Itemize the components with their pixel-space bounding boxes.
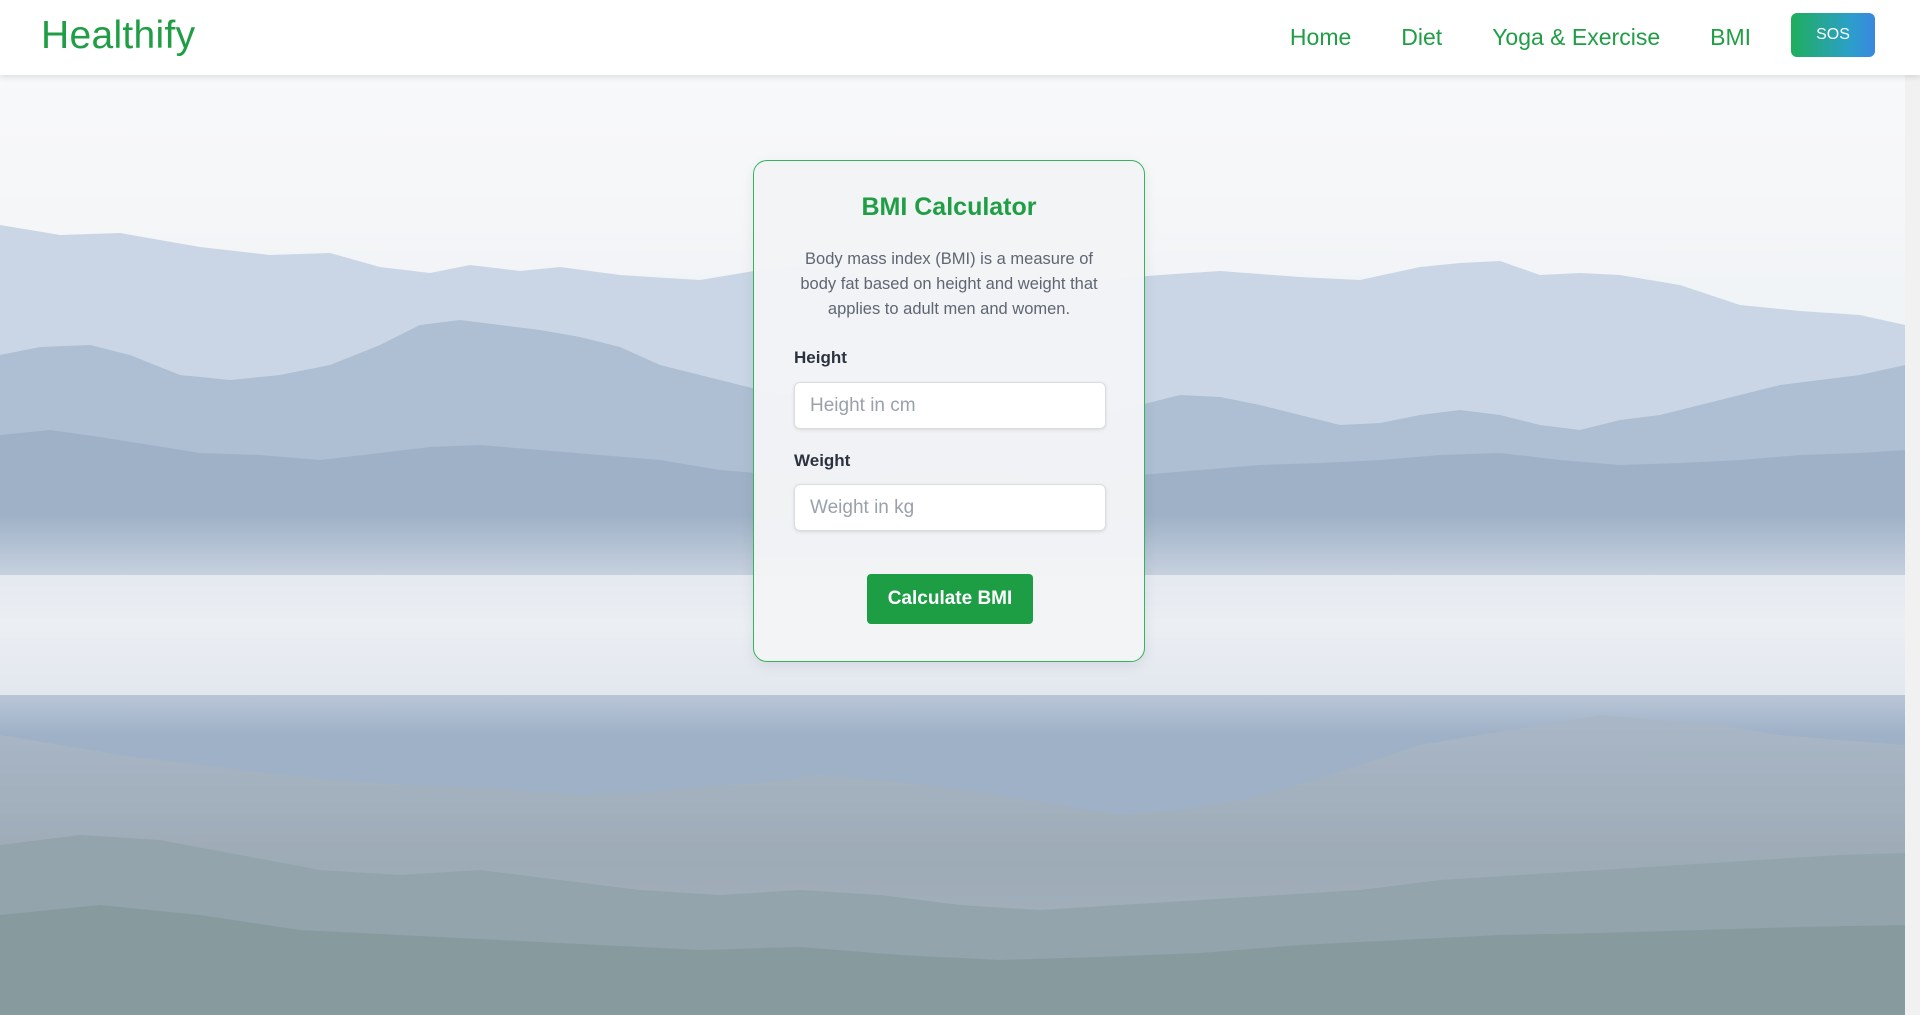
page-scrollbar[interactable] xyxy=(1905,75,1920,1015)
brand-logo[interactable]: Healthify xyxy=(41,14,195,58)
weight-label: Weight xyxy=(794,451,851,470)
calculate-bmi-button[interactable]: Calculate BMI xyxy=(867,574,1033,624)
height-input[interactable] xyxy=(794,382,1106,429)
top-navbar: Healthify Home Diet Yoga & Exercise BMI … xyxy=(0,0,1920,75)
sos-button[interactable]: SOS xyxy=(1791,13,1875,57)
nav-yoga-exercise-link[interactable]: Yoga & Exercise xyxy=(1492,24,1660,51)
nav-home-link[interactable]: Home xyxy=(1290,24,1351,51)
card-description: Body mass index (BMI) is a measure of bo… xyxy=(800,250,1098,318)
height-label: Height xyxy=(794,348,847,367)
weight-input[interactable] xyxy=(794,484,1106,531)
nav-bmi-link[interactable]: BMI xyxy=(1710,24,1751,51)
card-title: BMI Calculator xyxy=(861,193,1037,221)
nav-diet-link[interactable]: Diet xyxy=(1401,24,1442,51)
nav-links: Home Diet Yoga & Exercise BMI SOS xyxy=(1240,0,1920,75)
bmi-calculator-card: BMI Calculator Body mass index (BMI) is … xyxy=(753,160,1145,662)
